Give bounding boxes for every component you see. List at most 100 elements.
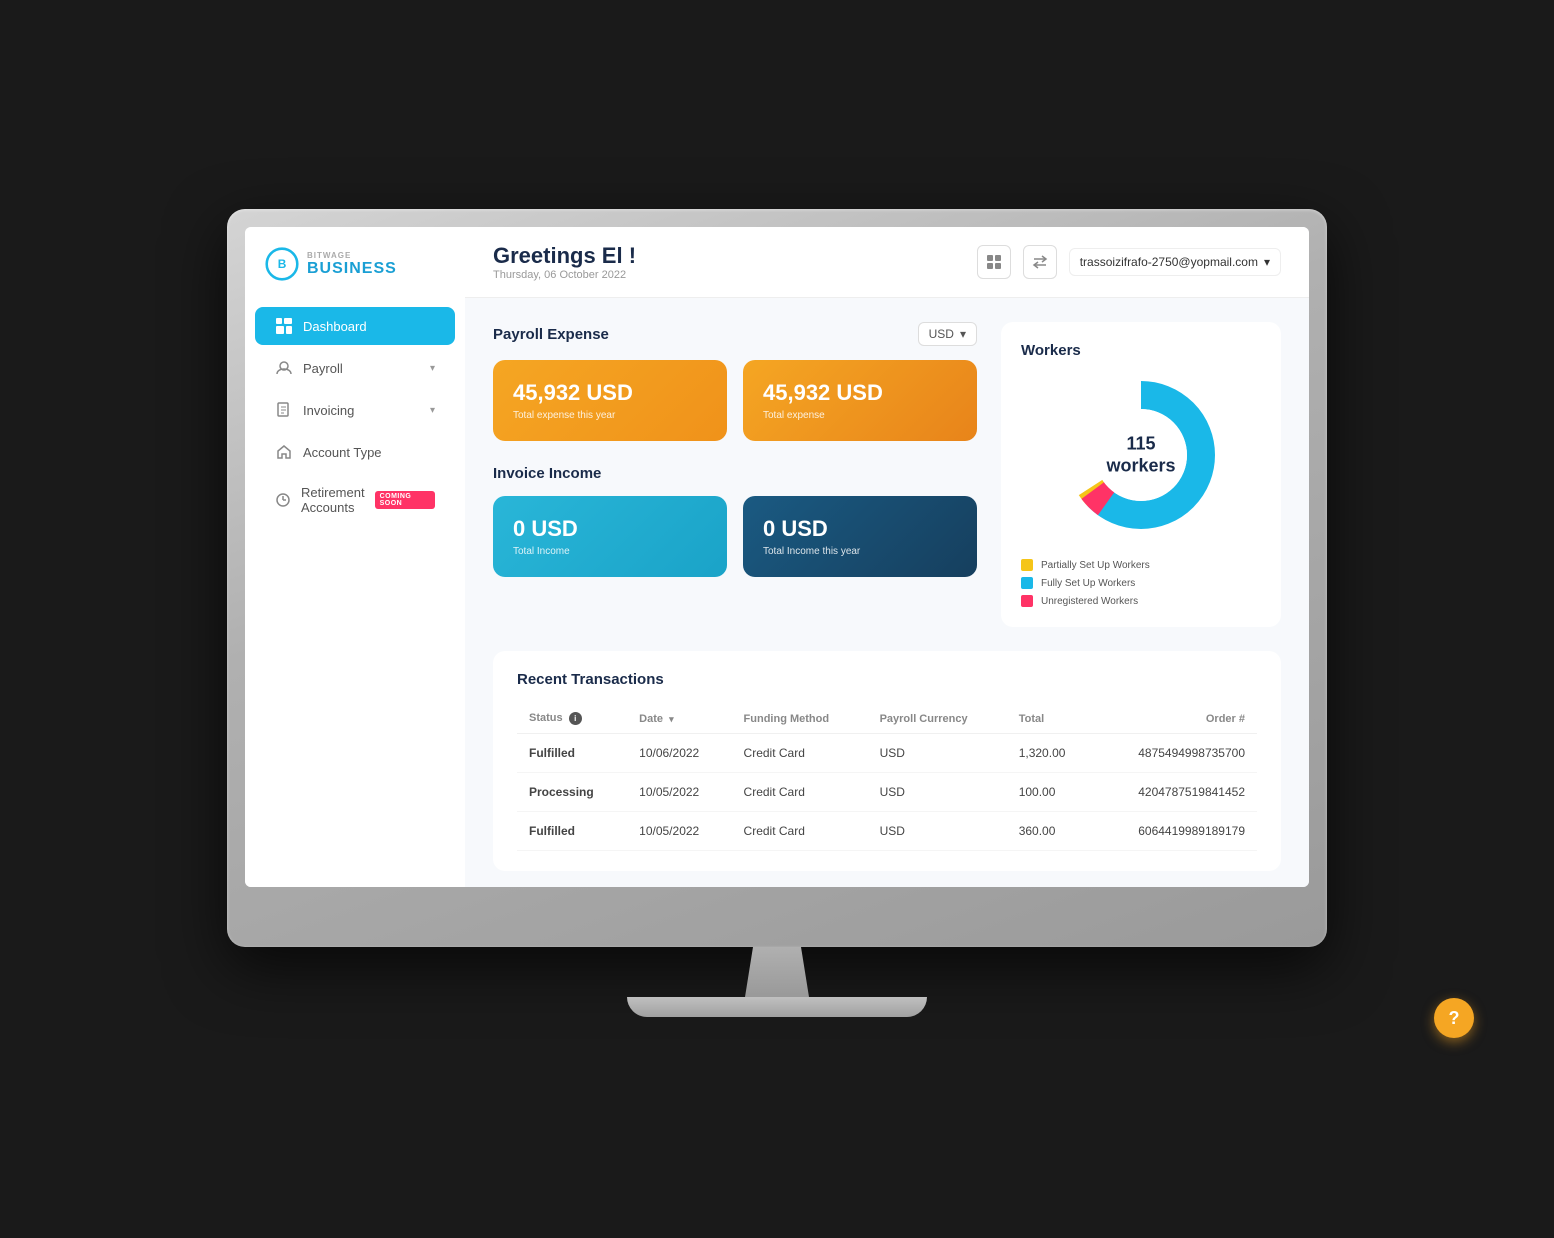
invoice-section-title: Invoice Income	[493, 465, 601, 482]
payroll-year-label: Total expense this year	[513, 410, 707, 421]
row-currency: USD	[868, 734, 1007, 773]
workers-title: Workers	[1021, 342, 1081, 359]
monitor-stand-base	[627, 997, 927, 1017]
sidebar-item-payroll[interactable]: Payroll ▾	[255, 349, 455, 387]
row-order[interactable]: 6064419989189179	[1095, 812, 1257, 851]
row-total: 1,320.00	[1007, 734, 1095, 773]
logo-business: BUSINESS	[307, 260, 397, 278]
sidebar-item-account-type[interactable]: Account Type	[255, 433, 455, 471]
transfer-icon	[1032, 254, 1048, 270]
account-icon	[275, 443, 293, 461]
sidebar-item-invoicing[interactable]: Invoicing ▾	[255, 391, 455, 429]
income-year-label: Total Income this year	[763, 546, 957, 557]
date-sort-icon: ▾	[669, 714, 674, 725]
table-row: Fulfilled 10/05/2022 Credit Card USD 360…	[517, 812, 1257, 851]
legend-partially: Partially Set Up Workers	[1021, 559, 1261, 571]
income-total-amount: 0 USD	[513, 516, 707, 542]
header-left: Greetings El ! Thursday, 06 October 2022	[493, 243, 636, 281]
income-total-label: Total Income	[513, 546, 707, 557]
screen: B bitwage BUSINESS Dashboard	[245, 227, 1309, 887]
sidebar: B bitwage BUSINESS Dashboard	[245, 227, 465, 887]
transactions-header-row: Status i Date ▾ Funding Method Payroll C…	[517, 704, 1257, 734]
user-menu[interactable]: trassoizifrafo-2750@yopmail.com ▾	[1069, 248, 1281, 276]
payroll-card-year: 45,932 USD Total expense this year	[493, 360, 727, 441]
sidebar-item-invoicing-label: Invoicing	[303, 403, 420, 418]
coming-soon-badge: COMING SOON	[375, 491, 435, 509]
table-row: Fulfilled 10/06/2022 Credit Card USD 1,3…	[517, 734, 1257, 773]
logo-bitwage: bitwage	[307, 251, 397, 260]
sidebar-item-payroll-label: Payroll	[303, 361, 420, 376]
col-currency: Payroll Currency	[868, 704, 1007, 734]
main-content: Greetings El ! Thursday, 06 October 2022	[465, 227, 1309, 887]
col-order: Order #	[1095, 704, 1257, 734]
monitor-bezel: B bitwage BUSINESS Dashboard	[227, 209, 1327, 947]
col-total: Total	[1007, 704, 1095, 734]
greeting-title: Greetings El !	[493, 243, 636, 269]
legend-partially-dot	[1021, 559, 1033, 571]
payroll-total-label: Total expense	[763, 410, 957, 421]
transfer-icon-button[interactable]	[1023, 245, 1057, 279]
legend-fully: Fully Set Up Workers	[1021, 577, 1261, 589]
row-date: 10/05/2022	[627, 773, 731, 812]
bitwage-logo-icon: B	[265, 247, 299, 281]
left-panel: Payroll Expense USD ▾ 45,932 USD Total e…	[493, 322, 977, 627]
status-info-icon: i	[569, 712, 582, 725]
payroll-chevron-icon: ▾	[430, 363, 435, 374]
row-status: Fulfilled	[517, 734, 627, 773]
workers-count: 115 workers	[1106, 433, 1175, 475]
row-total: 100.00	[1007, 773, 1095, 812]
grid-icon	[986, 254, 1002, 270]
row-funding: Credit Card	[732, 812, 868, 851]
invoicing-chevron-icon: ▾	[430, 405, 435, 416]
transactions-section: Recent Transactions Status i Date ▾	[493, 651, 1281, 871]
income-year-amount: 0 USD	[763, 516, 957, 542]
payroll-year-amount: 45,932 USD	[513, 380, 707, 406]
legend-unregistered: Unregistered Workers	[1021, 595, 1261, 607]
row-currency: USD	[868, 812, 1007, 851]
sidebar-item-account-type-label: Account Type	[303, 445, 435, 460]
currency-select[interactable]: USD ▾	[918, 322, 977, 346]
sidebar-item-retirement-label: Retirement Accounts	[301, 485, 365, 515]
col-funding: Funding Method	[732, 704, 868, 734]
row-status: Processing	[517, 773, 627, 812]
transactions-table-body: Fulfilled 10/06/2022 Credit Card USD 1,3…	[517, 734, 1257, 851]
row-date: 10/06/2022	[627, 734, 731, 773]
legend-partially-label: Partially Set Up Workers	[1041, 560, 1150, 571]
income-card-total: 0 USD Total Income	[493, 496, 727, 577]
row-order[interactable]: 4875494998735700	[1095, 734, 1257, 773]
transactions-title: Recent Transactions	[517, 671, 1257, 688]
logo-area: B bitwage BUSINESS	[245, 247, 465, 305]
dashboard-icon	[275, 317, 293, 335]
col-status: Status i	[517, 704, 627, 734]
grid-icon-button[interactable]	[977, 245, 1011, 279]
row-funding: Credit Card	[732, 734, 868, 773]
income-card-year: 0 USD Total Income this year	[743, 496, 977, 577]
monitor: B bitwage BUSINESS Dashboard	[227, 209, 1327, 1029]
header-right: trassoizifrafo-2750@yopmail.com ▾	[977, 245, 1281, 279]
payroll-card-total: 45,932 USD Total expense	[743, 360, 977, 441]
payroll-section-header: Payroll Expense USD ▾	[493, 322, 977, 346]
invoice-section-header: Invoice Income	[493, 465, 977, 482]
table-row: Processing 10/05/2022 Credit Card USD 10…	[517, 773, 1257, 812]
row-status: Fulfilled	[517, 812, 627, 851]
sidebar-item-retirement[interactable]: Retirement Accounts COMING SOON	[255, 475, 455, 525]
monitor-stand-neck	[737, 947, 817, 997]
help-button[interactable]: ?	[1434, 998, 1474, 1038]
invoice-icon	[275, 401, 293, 419]
dashboard-body: Payroll Expense USD ▾ 45,932 USD Total e…	[465, 298, 1309, 887]
row-order[interactable]: 4204787519841452	[1095, 773, 1257, 812]
user-menu-chevron-icon: ▾	[1264, 255, 1270, 269]
payroll-section-title: Payroll Expense	[493, 326, 609, 343]
payroll-icon	[275, 359, 293, 377]
payroll-total-amount: 45,932 USD	[763, 380, 957, 406]
workers-panel: Workers	[1001, 322, 1281, 627]
col-date: Date ▾	[627, 704, 731, 734]
transactions-table: Status i Date ▾ Funding Method Payroll C…	[517, 704, 1257, 851]
legend-unregistered-label: Unregistered Workers	[1041, 596, 1138, 607]
legend-fully-dot	[1021, 577, 1033, 589]
row-currency: USD	[868, 773, 1007, 812]
header: Greetings El ! Thursday, 06 October 2022	[465, 227, 1309, 298]
workers-legend: Partially Set Up Workers Fully Set Up Wo…	[1021, 559, 1261, 607]
svg-text:B: B	[278, 257, 287, 271]
sidebar-item-dashboard[interactable]: Dashboard	[255, 307, 455, 345]
